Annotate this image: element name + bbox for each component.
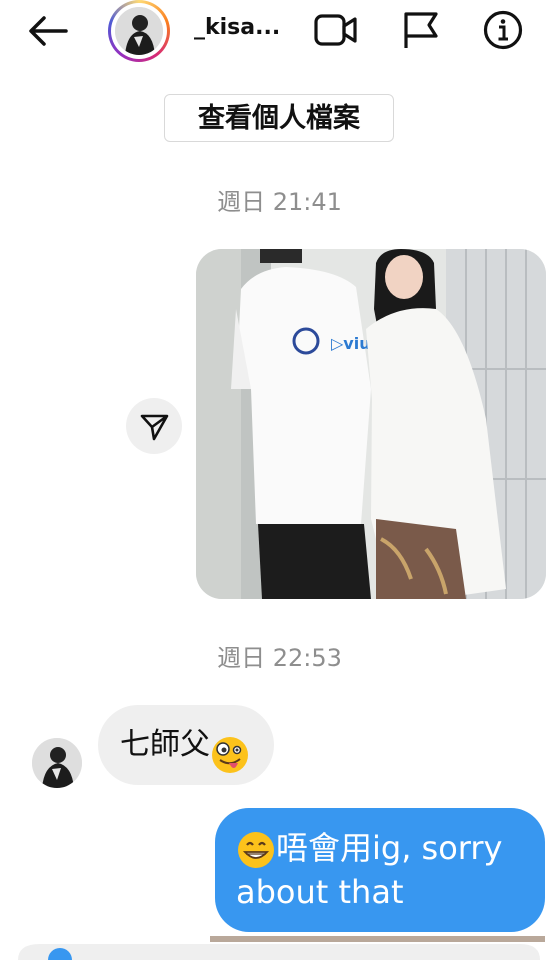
- back-arrow-icon[interactable]: [26, 14, 70, 48]
- video-camera-icon[interactable]: [314, 10, 358, 50]
- sender-avatar[interactable]: [32, 738, 82, 788]
- incoming-message-text: 七師父: [120, 727, 210, 762]
- shared-photo[interactable]: ▷viu: [196, 249, 546, 599]
- view-profile-button[interactable]: 查看個人檔案: [164, 94, 394, 142]
- profile-avatar[interactable]: [108, 0, 170, 62]
- message-timestamp: 週日 22:53: [217, 644, 342, 672]
- chat-username[interactable]: _kisa...: [194, 15, 280, 40]
- chat-header: _kisa...: [0, 0, 559, 62]
- outgoing-message-bubble[interactable]: 唔會用ig, sorry about that: [215, 808, 545, 932]
- incoming-message-bubble[interactable]: 七師父: [98, 705, 274, 785]
- outgoing-message-line1: 唔會用ig, sorry: [276, 829, 503, 867]
- info-icon[interactable]: [481, 10, 525, 50]
- share-button[interactable]: [126, 398, 182, 454]
- svg-text:▷viu: ▷viu: [331, 334, 371, 353]
- next-content-edge: [0, 936, 559, 964]
- grinning-face-emoji-icon: [236, 830, 276, 870]
- message-timestamp: 週日 21:41: [217, 188, 342, 216]
- outgoing-message-line2: about that: [236, 873, 404, 911]
- zany-face-emoji-icon: [210, 726, 250, 773]
- send-icon: [140, 414, 169, 441]
- flag-icon[interactable]: [400, 10, 444, 50]
